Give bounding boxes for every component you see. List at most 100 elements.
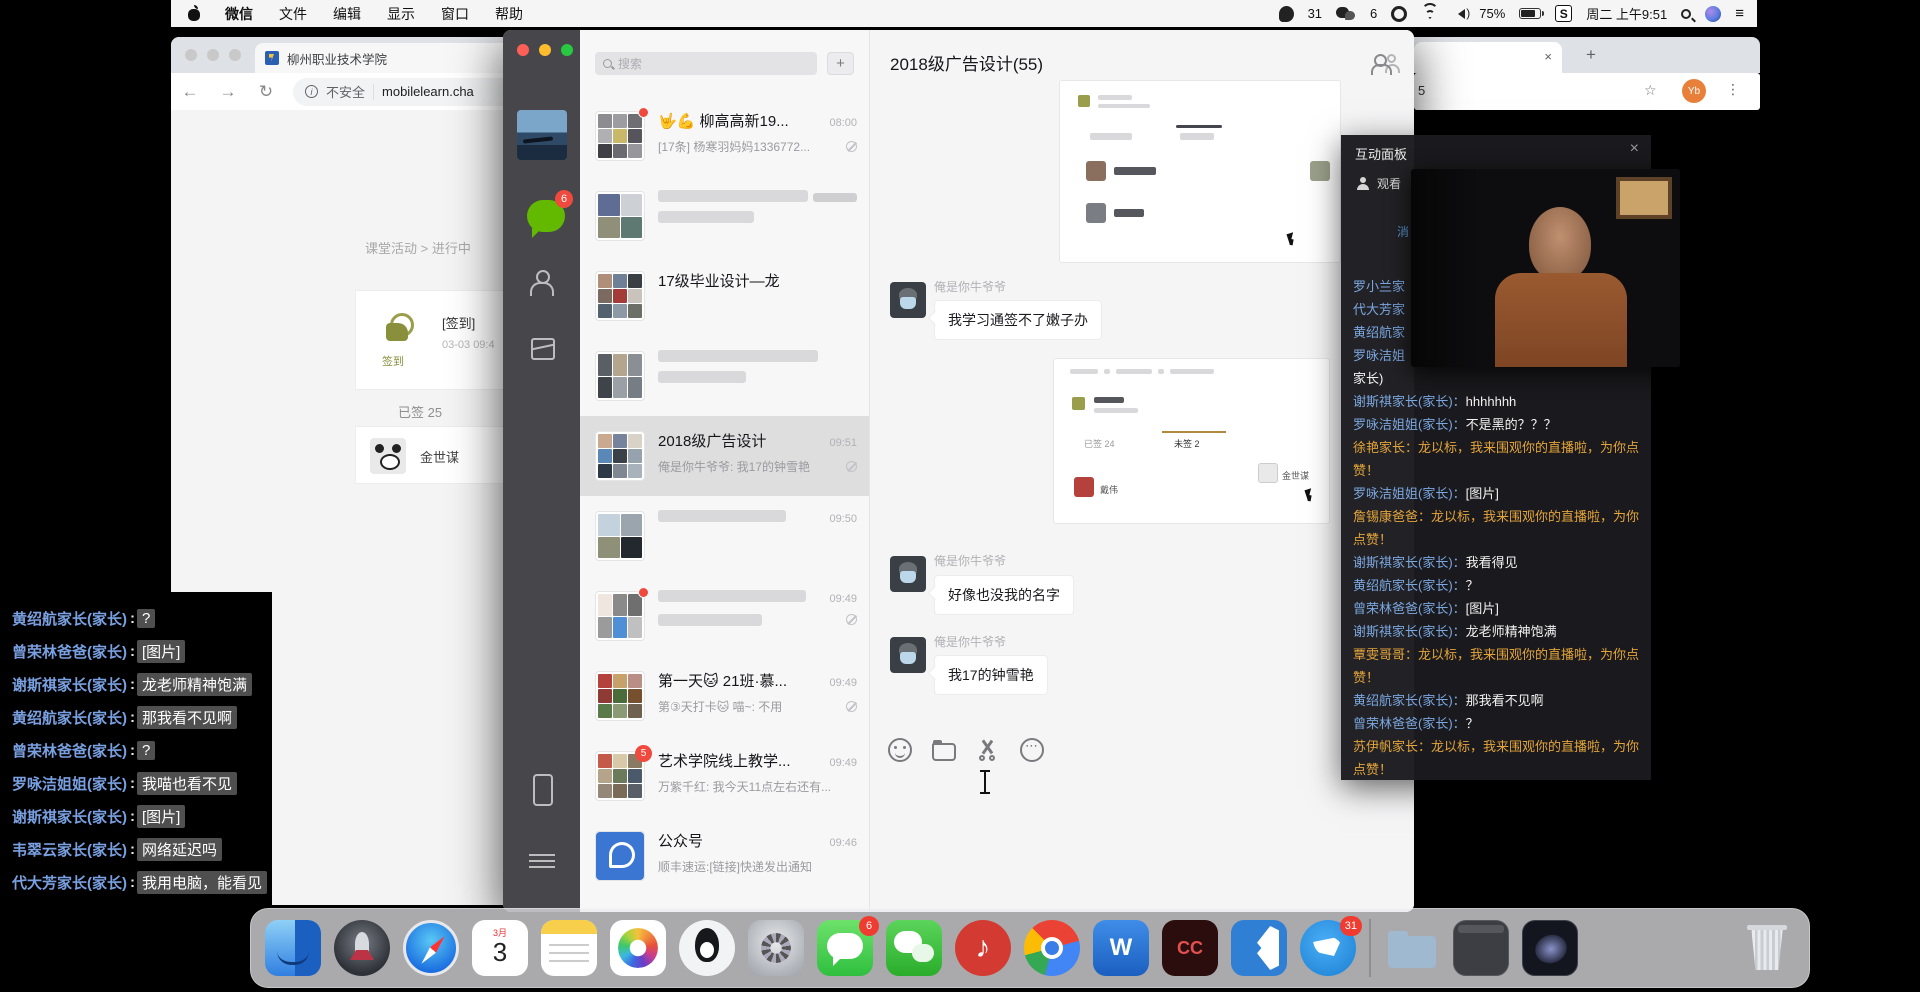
chat-list-item[interactable]: 第一天🐱 21班·慕... 09:49 第③天打卡🐱 喵~: 不用	[580, 656, 869, 736]
reload-button[interactable]: ↻	[247, 82, 285, 102]
sender-avatar[interactable]	[890, 282, 926, 318]
tab-favicon	[265, 51, 279, 65]
user-avatar[interactable]	[517, 110, 567, 160]
finder-icon[interactable]	[265, 920, 321, 976]
siri-icon[interactable]	[1705, 6, 1721, 22]
window-close-button[interactable]	[517, 44, 529, 56]
tab-close-icon[interactable]: ×	[1544, 49, 1552, 64]
window-zoom-button[interactable]	[229, 49, 241, 61]
chat-list-item[interactable]: 5 艺术学院线上教学... 09:49 万紫千红: 我今天11点左右还有...	[580, 736, 869, 816]
embedded-screenshot-2[interactable]: 已签 24 未签 2 戴伟 金世谋	[1053, 358, 1330, 524]
photos-icon[interactable]	[610, 920, 666, 976]
wechat-window: 6 搜索 + 🤟💪 柳高高新19... 08:00 [17条] 杨寒羽妈妈133…	[503, 30, 1414, 912]
panel-tab-fragment[interactable]: 消	[1397, 223, 1409, 240]
wechat-menubar-icon[interactable]	[1336, 7, 1356, 21]
phone-icon[interactable]	[533, 774, 553, 806]
apple-menu-icon[interactable]	[187, 6, 201, 21]
battery-icon[interactable]	[1519, 8, 1541, 19]
launchpad-icon[interactable]	[334, 920, 390, 976]
window-minimize-button[interactable]	[207, 49, 219, 61]
dingtalk-icon[interactable]: 31	[1300, 920, 1356, 976]
chat-list-item[interactable]: 🤟💪 柳高高新19... 08:00 [17条] 杨寒羽妈妈1336772...	[580, 96, 869, 176]
browser-tab-right[interactable]: ×	[1414, 42, 1562, 73]
overlay-sender-name: 黄绍航家长(家长)	[12, 707, 127, 728]
chat-list-item[interactable]: 09:49	[580, 576, 869, 656]
volume-icon[interactable]	[1453, 9, 1465, 19]
wechat-icon[interactable]	[886, 920, 942, 976]
sender-name: 俺是你牛爷爷	[934, 552, 1006, 569]
sender-avatar[interactable]	[890, 556, 926, 592]
minimized-window-2-icon[interactable]	[1522, 920, 1578, 976]
back-button[interactable]: ←	[171, 82, 209, 102]
notes-icon[interactable]	[541, 920, 597, 976]
wps-office-icon[interactable]: W	[1093, 920, 1149, 976]
menu-item[interactable]: 微信	[225, 4, 253, 24]
menu-item[interactable]: 显示	[387, 4, 415, 24]
site-info-icon[interactable]: i	[305, 85, 318, 98]
add-chat-button[interactable]: +	[827, 52, 854, 75]
browser-tab[interactable]: 柳州职业技术学院 ×	[255, 43, 521, 73]
chat-list-item[interactable]: 2018级广告设计 09:51 俺是你牛爷爷: 我17的钟雪艳	[580, 416, 869, 496]
minimized-window-1-icon[interactable]	[1453, 920, 1509, 976]
chat-list-item[interactable]	[580, 336, 869, 416]
trash-icon[interactable]	[1739, 920, 1795, 976]
emb-tab-left: 已签 24	[1084, 437, 1115, 450]
search-input[interactable]: 搜索	[595, 52, 817, 75]
window-minimize-button[interactable]	[539, 44, 551, 56]
watch-row: 观看	[1357, 175, 1401, 192]
system-preferences-icon[interactable]	[748, 920, 804, 976]
overlay-message-text: 我用电脑，能看见	[137, 871, 267, 894]
emoji-icon[interactable]	[888, 738, 912, 762]
notification-shield-icon[interactable]	[1279, 6, 1294, 22]
vscode-icon[interactable]	[1231, 920, 1287, 976]
spotlight-search-icon[interactable]	[1681, 9, 1691, 19]
breadcrumb[interactable]: 课堂活动 > 进行中	[365, 238, 471, 257]
chrome-icon[interactable]	[1024, 920, 1080, 976]
chat-list-item[interactable]: 09:50	[580, 496, 869, 576]
forward-button[interactable]: →	[209, 82, 247, 102]
adobe-cc-icon[interactable]: CC	[1162, 920, 1218, 976]
sender-avatar[interactable]	[890, 637, 926, 673]
chat-list-item[interactable]: 17级毕业设计—龙	[580, 256, 869, 336]
qq-icon[interactable]	[679, 920, 735, 976]
wifi-icon[interactable]	[1421, 7, 1439, 20]
new-tab-button[interactable]: +	[1586, 45, 1596, 65]
notification-center-icon[interactable]: ≡	[1735, 5, 1743, 22]
netease-music-icon[interactable]: ♪	[955, 920, 1011, 976]
more-menu-icon[interactable]	[529, 850, 555, 872]
letter-s-menubar-icon[interactable]: S	[1555, 5, 1572, 22]
collections-tab-icon[interactable]	[531, 338, 555, 360]
menu-item[interactable]: 编辑	[333, 4, 361, 24]
window-close-button[interactable]	[185, 49, 197, 61]
creative-cloud-icon[interactable]	[1391, 6, 1407, 22]
panel-chat-message: 徐艳家长：龙以标，我来围观你的直播啦，为你点赞！	[1353, 436, 1641, 482]
contacts-tab-icon[interactable]	[529, 270, 555, 296]
window-zoom-button[interactable]	[561, 44, 573, 56]
teacher-head	[1529, 207, 1591, 281]
screenshot-scissors-icon[interactable]	[976, 738, 1000, 762]
browser-profile-avatar[interactable]: Yb	[1682, 79, 1706, 103]
overlay-message-text: [图片]	[137, 640, 185, 663]
messages-icon[interactable]: 6	[817, 920, 873, 976]
separator	[1369, 919, 1371, 977]
blurred-title	[658, 350, 818, 362]
bookmark-star-icon[interactable]: ☆	[1644, 82, 1657, 99]
file-icon[interactable]	[932, 743, 956, 761]
browser-menu-icon[interactable]: ⋮	[1726, 81, 1740, 98]
panel-message-text: 龙老师精神饱满	[1466, 624, 1557, 639]
calendar-icon[interactable]: 3月3	[472, 920, 528, 976]
browser-window-right: × + 5 ☆ Yb ⋮	[1414, 37, 1760, 110]
menu-item[interactable]: 窗口	[441, 4, 469, 24]
chat-history-icon[interactable]	[1020, 738, 1044, 762]
group-members-icon[interactable]	[1372, 52, 1402, 76]
safari-icon[interactable]	[403, 920, 459, 976]
chat-list-item[interactable]: 公众号 09:46 顺丰速运:[链接]快递发出通知	[580, 816, 869, 896]
menubar-clock[interactable]: 周二 上午9:51	[1586, 4, 1667, 23]
chat-last-message: 顺丰速运:[链接]快递发出通知	[658, 858, 812, 875]
chat-list-item[interactable]	[580, 176, 869, 256]
downloads-folder-icon[interactable]	[1384, 920, 1440, 976]
menu-item[interactable]: 文件	[279, 4, 307, 24]
menu-item[interactable]: 帮助	[495, 4, 523, 24]
embedded-screenshot-1[interactable]	[1059, 80, 1341, 263]
panel-close-icon[interactable]: ×	[1630, 140, 1639, 158]
